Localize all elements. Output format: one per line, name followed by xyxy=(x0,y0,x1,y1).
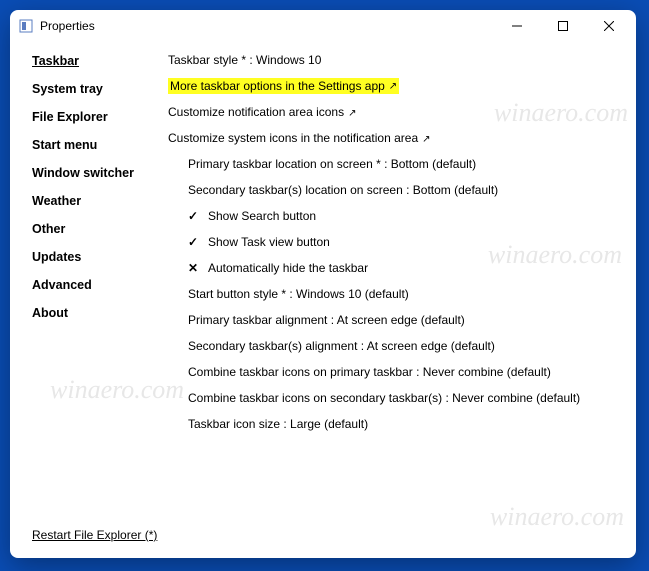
setting-label: More taskbar options in the Settings app xyxy=(170,79,385,93)
check-icon: ✓ xyxy=(188,209,204,223)
restart-explorer-link[interactable]: Restart File Explorer (*) xyxy=(32,528,157,542)
setting-row[interactable]: ✓ Show Search button xyxy=(168,208,626,224)
sidebar-item-updates[interactable]: Updates xyxy=(32,250,158,264)
setting-row[interactable]: Taskbar style * : Windows 10 xyxy=(168,52,626,68)
check-icon: ✓ xyxy=(188,235,204,249)
setting-row[interactable]: ✕ Automatically hide the taskbar xyxy=(168,260,626,276)
sidebar-item-window-switcher[interactable]: Window switcher xyxy=(32,166,158,180)
setting-row[interactable]: Secondary taskbar(s) alignment : At scre… xyxy=(168,338,626,354)
titlebar: Properties xyxy=(10,10,636,42)
app-icon xyxy=(18,18,34,34)
setting-row[interactable]: Customize system icons in the notificati… xyxy=(168,130,626,146)
setting-row[interactable]: Primary taskbar alignment : At screen ed… xyxy=(168,312,626,328)
minimize-button[interactable] xyxy=(494,11,540,41)
setting-row[interactable]: Customize notification area icons ↗ xyxy=(168,104,626,120)
setting-row[interactable]: Secondary taskbar(s) location on screen … xyxy=(168,182,626,198)
sidebar-item-file-explorer[interactable]: File Explorer xyxy=(32,110,158,124)
setting-label: Secondary taskbar(s) alignment : At scre… xyxy=(188,339,495,353)
setting-row[interactable]: Start button style * : Windows 10 (defau… xyxy=(168,286,626,302)
sidebar: Taskbar System tray File Explorer Start men… xyxy=(10,42,158,528)
setting-label: Show Task view button xyxy=(208,235,330,249)
content-panel: Taskbar style * : Windows 10 More taskbar… xyxy=(158,42,636,528)
sidebar-item-system-tray[interactable]: System tray xyxy=(32,82,158,96)
setting-label: Combine taskbar icons on primary taskbar… xyxy=(188,365,551,379)
external-link-icon: ↗ xyxy=(422,134,430,145)
footer: Restart File Explorer (*) xyxy=(10,528,636,558)
setting-label: Taskbar style * : Windows 10 xyxy=(168,53,321,67)
setting-row[interactable]: Primary taskbar location on screen * : B… xyxy=(168,156,626,172)
setting-label: Primary taskbar location on screen * : B… xyxy=(188,157,476,171)
setting-label: Customize notification area icons xyxy=(168,105,344,119)
sidebar-item-about[interactable]: About xyxy=(32,306,158,320)
setting-label: Taskbar icon size : Large (default) xyxy=(188,417,368,431)
setting-label: Show Search button xyxy=(208,209,316,223)
properties-window: Properties Taskbar System tray File Explor… xyxy=(10,10,636,558)
external-link-icon: ↗ xyxy=(389,81,397,92)
cross-icon: ✕ xyxy=(188,261,204,275)
setting-label: Start button style * : Windows 10 (defau… xyxy=(188,287,409,301)
sidebar-item-start-menu[interactable]: Start menu xyxy=(32,138,158,152)
setting-label: Automatically hide the taskbar xyxy=(208,261,368,275)
setting-label: Combine taskbar icons on secondary taskb… xyxy=(188,391,580,405)
close-button[interactable] xyxy=(586,11,632,41)
sidebar-item-weather[interactable]: Weather xyxy=(32,194,158,208)
setting-row[interactable]: Taskbar icon size : Large (default) xyxy=(168,416,626,432)
setting-label: Secondary taskbar(s) location on screen … xyxy=(188,183,498,197)
setting-row[interactable]: Combine taskbar icons on primary taskbar… xyxy=(168,364,626,380)
setting-label: Primary taskbar alignment : At screen ed… xyxy=(188,313,465,327)
external-link-icon: ↗ xyxy=(348,108,356,119)
setting-row[interactable]: More taskbar options in the Settings app… xyxy=(168,78,626,94)
sidebar-item-taskbar[interactable]: Taskbar xyxy=(32,54,158,68)
sidebar-item-other[interactable]: Other xyxy=(32,222,158,236)
window-body: Taskbar System tray File Explorer Start men… xyxy=(10,42,636,528)
setting-row[interactable]: Combine taskbar icons on secondary taskb… xyxy=(168,390,626,406)
maximize-button[interactable] xyxy=(540,11,586,41)
sidebar-item-advanced[interactable]: Advanced xyxy=(32,278,158,292)
window-title: Properties xyxy=(40,19,95,33)
setting-label: Customize system icons in the notificati… xyxy=(168,131,418,145)
setting-row[interactable]: ✓ Show Task view button xyxy=(168,234,626,250)
